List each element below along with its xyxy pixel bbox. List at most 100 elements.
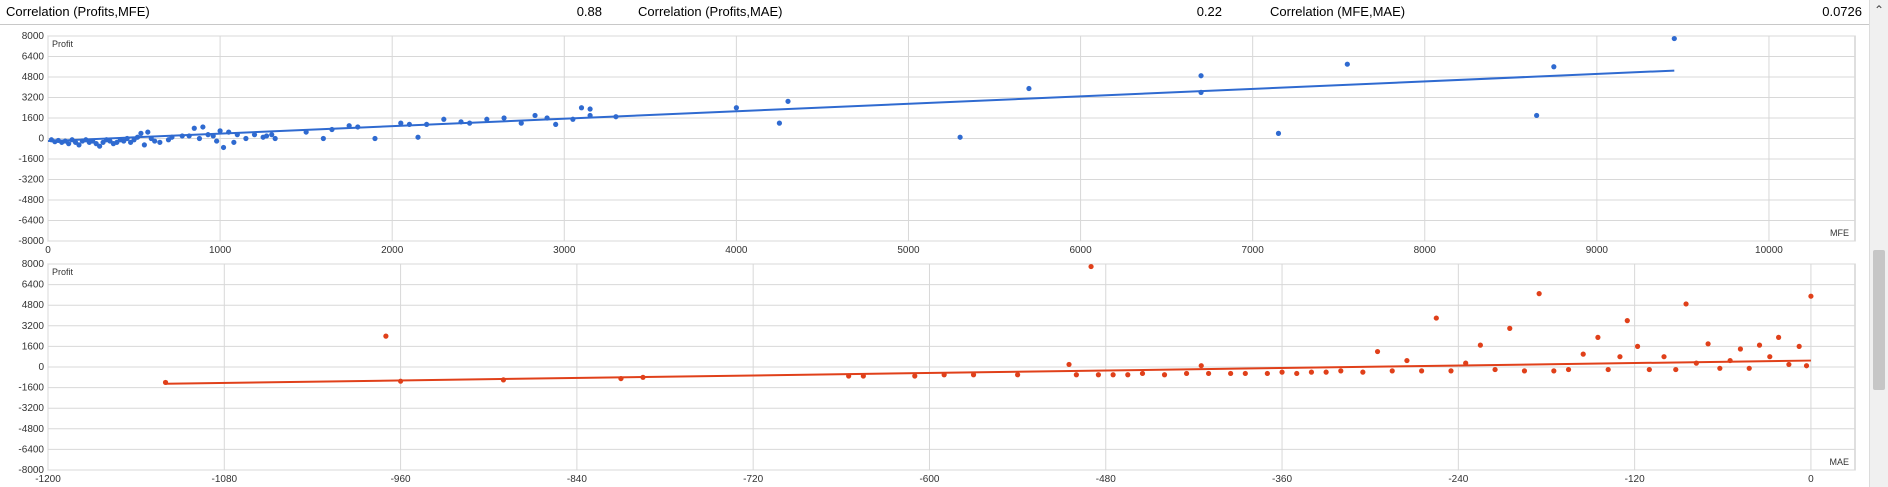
data-point bbox=[415, 134, 421, 140]
y-tick-label: 4800 bbox=[22, 300, 45, 311]
data-point bbox=[1344, 61, 1350, 67]
y-tick-label: -8000 bbox=[18, 465, 44, 476]
correlation-header: Correlation (Profits,MFE) 0.88 Correlati… bbox=[0, 0, 1870, 25]
data-point bbox=[1433, 315, 1439, 321]
data-point bbox=[1404, 357, 1410, 364]
y-tick-label: 8000 bbox=[22, 259, 45, 270]
scroll-up-arrow-icon[interactable]: ⌃ bbox=[1870, 2, 1888, 18]
data-point bbox=[501, 115, 507, 121]
x-tick-label: 5000 bbox=[897, 245, 920, 254]
metric-label-mfe-mae: Correlation (MFE,MAE) bbox=[1270, 4, 1406, 19]
data-point bbox=[263, 133, 270, 139]
data-point bbox=[1776, 334, 1782, 340]
metric-label-profits-mae: Correlation (Profits,MAE) bbox=[638, 4, 783, 19]
metric-value-mfe-mae: 0.0726 bbox=[1822, 4, 1862, 19]
data-point bbox=[272, 135, 278, 142]
profit-vs-mae-chart: -120 0 -1080 -960 -840 -720 -600 -480 -360 -240 -1… bbox=[18, 259, 1856, 485]
metric-label-profits-mfe: Correlation (Profits,MFE) bbox=[6, 4, 150, 19]
data-point bbox=[1595, 334, 1601, 340]
y-tick-label: -4800 bbox=[18, 424, 44, 435]
y-tick-label: -3200 bbox=[18, 175, 44, 186]
data-point bbox=[200, 124, 206, 130]
data-point bbox=[1717, 365, 1723, 371]
metric-value-profits-mae: 0.22 bbox=[1196, 4, 1222, 19]
data-point bbox=[1066, 361, 1072, 368]
x-tick-label: 10000 bbox=[1755, 245, 1783, 254]
y-tick-label: 1600 bbox=[22, 341, 45, 352]
data-point bbox=[1374, 348, 1381, 355]
y-tick-label: 1600 bbox=[22, 113, 45, 124]
y-tick-label: 6400 bbox=[22, 52, 45, 63]
x-tick-label: -480 bbox=[1096, 474, 1116, 485]
data-point bbox=[1228, 370, 1234, 377]
data-point bbox=[1205, 370, 1212, 377]
data-point bbox=[1551, 64, 1557, 70]
data-point bbox=[1767, 354, 1773, 360]
y-tick-label: 4800 bbox=[22, 72, 45, 83]
data-point bbox=[1279, 369, 1285, 375]
data-point bbox=[776, 120, 783, 126]
x-tick-label: 4000 bbox=[725, 245, 748, 254]
x-axis-label: MAE bbox=[1829, 457, 1849, 467]
data-point bbox=[1242, 370, 1248, 377]
data-point bbox=[1419, 368, 1425, 374]
data-point bbox=[372, 135, 378, 142]
data-point bbox=[1796, 343, 1802, 349]
x-tick-label: 7000 bbox=[1242, 245, 1265, 254]
data-point bbox=[1275, 130, 1282, 136]
data-point bbox=[1507, 325, 1513, 331]
y-tick-label: -6400 bbox=[18, 444, 44, 455]
data-point bbox=[1786, 361, 1792, 368]
data-point bbox=[1605, 366, 1611, 373]
x-tick-label: 3000 bbox=[553, 245, 576, 254]
data-point bbox=[191, 125, 197, 131]
data-point bbox=[1671, 35, 1677, 42]
x-tick-label: 0 bbox=[45, 245, 51, 254]
data-point bbox=[1125, 372, 1131, 378]
data-point bbox=[1705, 341, 1711, 347]
data-point bbox=[145, 129, 151, 135]
data-point bbox=[152, 138, 158, 144]
y-tick-label: 8000 bbox=[22, 31, 45, 42]
data-point bbox=[1323, 369, 1329, 375]
x-tick-label: 1000 bbox=[209, 245, 232, 254]
data-point bbox=[1198, 363, 1204, 369]
data-point bbox=[1477, 342, 1483, 348]
data-point bbox=[1673, 366, 1679, 373]
data-point bbox=[1661, 354, 1667, 360]
x-tick-label: -240 bbox=[1448, 474, 1468, 485]
x-tick-label: -120 bbox=[1625, 474, 1645, 485]
data-point bbox=[1617, 354, 1623, 360]
data-point bbox=[1338, 368, 1344, 374]
x-tick-label: 0 bbox=[1808, 474, 1814, 485]
y-tick-label: 3200 bbox=[22, 93, 45, 104]
vertical-scrollbar[interactable]: ⌃ bbox=[1869, 0, 1888, 487]
data-point bbox=[1803, 363, 1810, 369]
data-point bbox=[1683, 301, 1689, 307]
x-tick-label: -720 bbox=[743, 474, 763, 485]
y-tick-label: 6400 bbox=[22, 280, 45, 291]
data-point bbox=[1389, 368, 1395, 374]
data-point bbox=[733, 105, 739, 111]
data-point bbox=[587, 106, 593, 112]
data-point bbox=[1088, 263, 1094, 270]
data-point bbox=[1534, 112, 1540, 119]
data-point bbox=[383, 333, 389, 339]
y-tick-label: 3200 bbox=[22, 321, 45, 332]
data-point bbox=[1808, 293, 1814, 299]
x-tick-label: -1080 bbox=[212, 474, 238, 485]
data-point bbox=[1565, 366, 1572, 373]
data-point bbox=[1360, 369, 1366, 375]
data-point bbox=[1551, 368, 1557, 374]
data-point bbox=[1198, 73, 1204, 79]
data-point bbox=[141, 142, 147, 148]
y-axis-label: Profit bbox=[52, 39, 74, 49]
x-tick-label: 9000 bbox=[1586, 245, 1609, 254]
data-point bbox=[1264, 370, 1270, 377]
y-tick-label: 0 bbox=[38, 362, 44, 373]
data-point bbox=[220, 144, 227, 151]
data-point bbox=[1646, 366, 1652, 373]
x-axis-label: MFE bbox=[1830, 228, 1849, 238]
data-point bbox=[1737, 346, 1744, 352]
scroll-thumb[interactable] bbox=[1873, 250, 1885, 390]
